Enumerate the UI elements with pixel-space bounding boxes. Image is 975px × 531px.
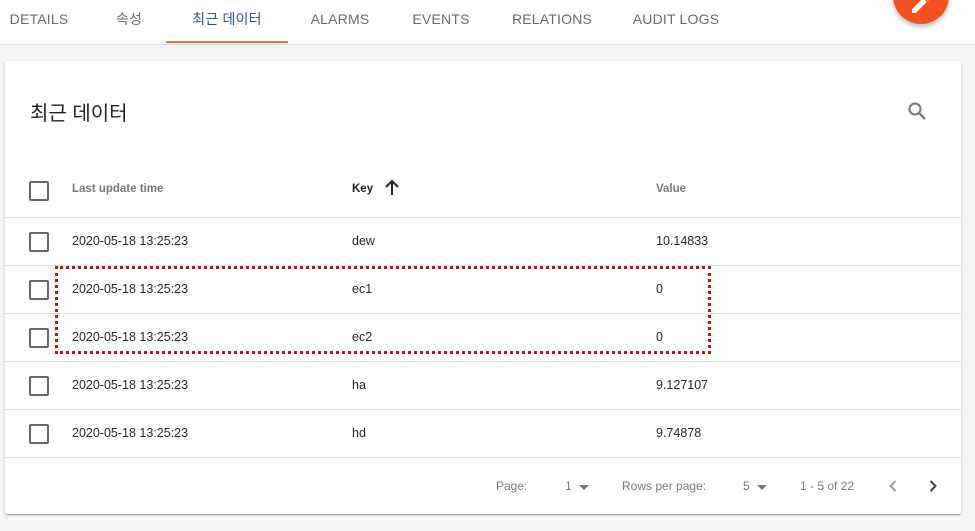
previous-page-button[interactable]	[883, 476, 903, 496]
tab-attributes[interactable]: 속성	[100, 0, 158, 44]
edit-icon	[912, 0, 929, 13]
rows-per-page-label: Rows per page:	[622, 479, 707, 493]
cell-time: 2020-05-18 13:25:23	[72, 282, 189, 296]
tab-relations[interactable]: RELATIONS	[500, 0, 604, 44]
page-select[interactable]: 1	[565, 479, 572, 493]
chevron-left-icon	[889, 480, 897, 492]
row-checkbox[interactable]	[29, 376, 49, 396]
rows-per-page-select[interactable]: 5	[743, 479, 750, 493]
page-label: Page:	[496, 479, 528, 493]
tab-latest-data[interactable]: 최근 데이터	[166, 0, 288, 44]
active-tab-indicator	[166, 41, 288, 43]
column-header-value[interactable]: Value	[656, 165, 686, 217]
row-checkbox[interactable]	[29, 280, 49, 300]
edit-fab-button[interactable]	[893, 0, 949, 24]
cell-time: 2020-05-18 13:25:23	[72, 234, 189, 248]
search-button[interactable]	[905, 99, 929, 123]
cell-value: 9.74878	[656, 426, 702, 440]
tab-bar: DETAILS 속성 최근 데이터 ALARMS EVENTS RELATION…	[0, 0, 975, 45]
cell-key: ec1	[352, 282, 373, 296]
row-checkbox[interactable]	[29, 328, 49, 348]
page-select-caret-icon[interactable]	[579, 485, 589, 490]
select-all-checkbox[interactable]	[29, 181, 49, 201]
table-row[interactable]: 2020-05-18 13:25:23 dew 10.14833	[5, 218, 961, 266]
cell-key: ha	[352, 378, 366, 392]
next-page-button[interactable]	[923, 476, 943, 496]
tab-events[interactable]: EVENTS	[400, 0, 482, 44]
row-checkbox[interactable]	[29, 232, 49, 252]
tab-alarms[interactable]: ALARMS	[298, 0, 382, 44]
card-title: 최근 데이터	[30, 103, 128, 125]
table-row[interactable]: 2020-05-18 13:25:23 hd 9.74878	[5, 410, 961, 458]
cell-key: dew	[352, 234, 375, 248]
cell-value: 9.127107	[656, 378, 709, 392]
cell-value: 10.14833	[656, 234, 709, 248]
cell-time: 2020-05-18 13:25:23	[72, 426, 189, 440]
cell-key: ec2	[352, 330, 373, 344]
cell-time: 2020-05-18 13:25:23	[72, 330, 189, 344]
tab-details[interactable]: DETAILS	[0, 0, 78, 44]
table-row[interactable]: 2020-05-18 13:25:23 ec2 0	[5, 314, 961, 362]
cell-key: hd	[352, 426, 366, 440]
row-checkbox[interactable]	[29, 424, 49, 444]
rows-per-page-caret-icon[interactable]	[757, 485, 767, 490]
column-header-time[interactable]: Last update time	[72, 165, 163, 217]
column-header-key[interactable]: Key	[352, 165, 373, 217]
sort-ascending-arrow-icon[interactable]	[383, 179, 401, 197]
search-icon	[908, 102, 926, 120]
table-row[interactable]: 2020-05-18 13:25:23 ha 9.127107	[5, 362, 961, 410]
cell-value: 0	[656, 330, 663, 344]
paginator: Page: 1 Rows per page: 5 1 - 5 of 22	[5, 458, 961, 514]
chevron-right-icon	[929, 480, 937, 492]
cell-time: 2020-05-18 13:25:23	[72, 378, 189, 392]
cell-value: 0	[656, 282, 663, 296]
tab-audit-logs[interactable]: AUDIT LOGS	[622, 0, 730, 44]
latest-data-card: 최근 데이터 Last update time Key Value 2020-0…	[5, 61, 961, 514]
table-row[interactable]: 2020-05-18 13:25:23 ec1 0	[5, 266, 961, 314]
table-header: Last update time Key Value	[5, 165, 961, 218]
range-label: 1 - 5 of 22	[800, 479, 855, 493]
